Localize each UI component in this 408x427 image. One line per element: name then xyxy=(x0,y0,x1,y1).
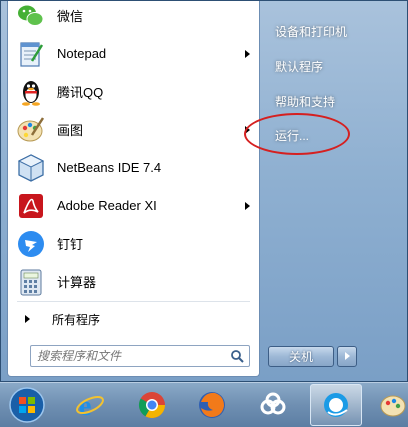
dingtalk-icon xyxy=(15,228,47,260)
start-menu: 微信 Notepad 腾讯QQ 画图 NetBeans IDE 7.4 Adob… xyxy=(0,0,408,382)
search-input[interactable] xyxy=(31,348,228,364)
submenu-arrow-icon[interactable] xyxy=(245,201,250,210)
shutdown-options-button[interactable] xyxy=(337,346,357,367)
program-label: 计算器 xyxy=(57,275,97,290)
help-support-link[interactable]: 帮助和支持 xyxy=(275,93,335,110)
baidu-netdisk-icon[interactable] xyxy=(255,387,291,423)
taskbar: e xyxy=(0,382,408,427)
program-calculator[interactable]: 计算器 xyxy=(11,263,256,300)
highlight-circle xyxy=(244,113,350,155)
default-programs-link[interactable]: 默认程序 xyxy=(275,58,323,75)
notepad-icon xyxy=(15,38,47,70)
qq-browser-icon[interactable] xyxy=(318,387,354,423)
program-label: 钉钉 xyxy=(57,237,84,252)
submenu-arrow-icon[interactable] xyxy=(245,49,250,58)
program-label: 微信 xyxy=(57,9,84,24)
firefox-icon[interactable] xyxy=(194,387,230,423)
programs-pane: 微信 Notepad 腾讯QQ 画图 NetBeans IDE 7.4 Adob… xyxy=(7,1,260,377)
program-label: NetBeans IDE 7.4 xyxy=(57,160,162,175)
shutdown-button[interactable]: 关机 xyxy=(268,346,334,367)
program-notepad[interactable]: Notepad xyxy=(11,35,256,72)
expand-arrow-icon xyxy=(25,315,30,323)
program-label: 画图 xyxy=(57,123,84,138)
divider xyxy=(17,301,250,302)
program-paint[interactable]: 画图 xyxy=(11,111,256,148)
program-adobe-reader[interactable]: Adobe Reader XI xyxy=(11,187,256,224)
all-programs-button[interactable]: 所有程序 xyxy=(11,308,256,330)
program-label: 腾讯QQ xyxy=(57,85,104,100)
qq-penguin-icon xyxy=(15,76,47,108)
paint-icon[interactable] xyxy=(378,387,408,423)
search-box[interactable] xyxy=(30,345,250,367)
magnifier-icon[interactable] xyxy=(228,347,246,365)
program-wechat[interactable]: 微信 xyxy=(11,0,256,34)
internet-explorer-icon[interactable]: e xyxy=(72,387,108,423)
chrome-icon[interactable] xyxy=(134,387,170,423)
adobe-reader-icon xyxy=(15,190,47,222)
program-label: Adobe Reader XI xyxy=(57,198,157,213)
calculator-icon xyxy=(15,266,47,298)
start-orb-icon[interactable] xyxy=(8,386,46,424)
wechat-icon xyxy=(15,0,47,32)
netbeans-cube-icon xyxy=(15,152,47,184)
devices-printers-link[interactable]: 设备和打印机 xyxy=(275,23,347,40)
svg-text:e: e xyxy=(79,391,91,420)
program-qq[interactable]: 腾讯QQ xyxy=(11,73,256,110)
program-label: Notepad xyxy=(57,46,107,61)
program-netbeans[interactable]: NetBeans IDE 7.4 xyxy=(11,149,256,186)
paint-palette-icon xyxy=(15,114,47,146)
program-dingtalk[interactable]: 钉钉 xyxy=(11,225,256,262)
all-programs-label: 所有程序 xyxy=(52,312,101,327)
